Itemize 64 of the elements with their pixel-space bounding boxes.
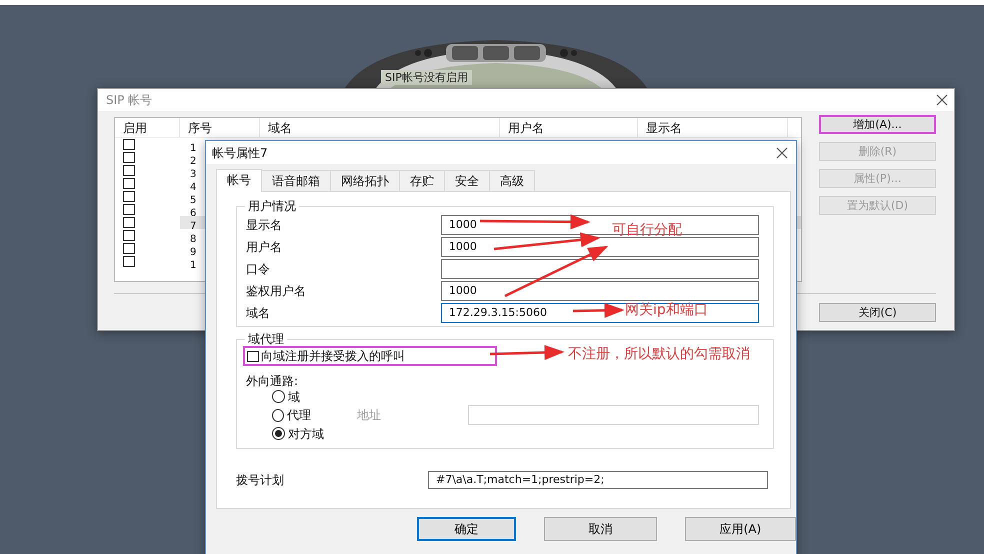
checkbox[interactable] — [247, 350, 259, 362]
field-label: 拨号计划 — [236, 472, 285, 489]
checkbox[interactable] — [123, 256, 135, 267]
column-header[interactable]: 用户名 — [500, 118, 638, 137]
button[interactable]: 取消 — [544, 517, 657, 541]
row-number: 9 — [190, 247, 196, 258]
radio-button[interactable] — [272, 427, 285, 440]
column-header[interactable]: 域名 — [260, 118, 500, 137]
annotation-text: 可自行分配 — [612, 222, 682, 238]
input-field[interactable]: 1000 — [440, 281, 759, 301]
checkbox-label: 向域注册并接受拨入的呼叫 — [261, 349, 405, 363]
arrow — [572, 302, 624, 318]
button[interactable]: 应用(A) — [684, 517, 796, 541]
row-number: 8 — [190, 234, 196, 245]
window-title: SIP 帐号 — [106, 92, 152, 109]
checkbox[interactable] — [123, 152, 135, 163]
row-number: 2 — [190, 156, 196, 167]
column-header[interactable]: 显示名 — [638, 118, 788, 137]
phone-display-text: SIP帐号没有启用 — [381, 70, 472, 85]
row-number: 6 — [190, 208, 196, 219]
input-field[interactable]: #7\a\a.T;match=1;prestrip=2; — [428, 471, 768, 489]
radio-label: 代理 — [286, 407, 311, 424]
dialog-title: 帐号属性7 — [212, 144, 268, 162]
field-label: 口令 — [246, 261, 271, 278]
field-label: 显示名 — [246, 217, 283, 234]
group-title: 域代理 — [245, 332, 287, 346]
tab[interactable]: 高级 — [489, 170, 535, 191]
radio-label: 对方域 — [288, 426, 324, 442]
field-label: 域名 — [246, 305, 271, 322]
selected-row-cell[interactable]: 7 — [180, 216, 206, 229]
tab[interactable]: 帐号 — [216, 169, 262, 192]
close-button[interactable]: 关闭(C) — [819, 303, 936, 322]
input-field[interactable]: 1000 — [440, 237, 759, 257]
section-label: 外向通路: — [246, 374, 300, 388]
field-label: 用户名 — [246, 239, 283, 256]
radio-button[interactable] — [272, 390, 285, 403]
field-label: 鉴权用户名 — [246, 283, 307, 300]
checkbox[interactable] — [123, 191, 135, 202]
row-number: 4 — [190, 182, 196, 193]
column-header[interactable]: 启用 — [115, 118, 180, 137]
radio-label: 域 — [288, 388, 300, 406]
checkbox[interactable] — [123, 178, 135, 189]
button[interactable]: 确定 — [417, 517, 516, 541]
checkbox[interactable] — [123, 243, 135, 254]
checkbox[interactable] — [123, 139, 135, 150]
field-label: 地址 — [356, 407, 382, 424]
checkbox[interactable] — [123, 165, 135, 176]
checkbox[interactable] — [123, 204, 135, 215]
close-icon[interactable] — [936, 94, 948, 106]
row-number: 1 — [190, 143, 196, 154]
row-number: 1 — [190, 260, 196, 271]
radio-button[interactable] — [272, 408, 284, 422]
checkbox[interactable] — [123, 217, 135, 228]
group-title: 用户情况 — [245, 199, 299, 213]
row-number: 5 — [190, 195, 196, 206]
row-number: 3 — [190, 169, 196, 180]
annotation-text: 网关ip和端口 — [625, 302, 708, 318]
column-header[interactable]: 序号 — [180, 118, 260, 137]
button[interactable]: 增加(A)... — [819, 115, 936, 134]
checkbox[interactable] — [123, 230, 135, 241]
annotation-text: 不注册，所以默认的勾需取消 — [568, 346, 750, 362]
close-icon[interactable] — [776, 146, 788, 158]
input-field[interactable] — [440, 259, 759, 279]
row-number: 7 — [190, 221, 196, 232]
